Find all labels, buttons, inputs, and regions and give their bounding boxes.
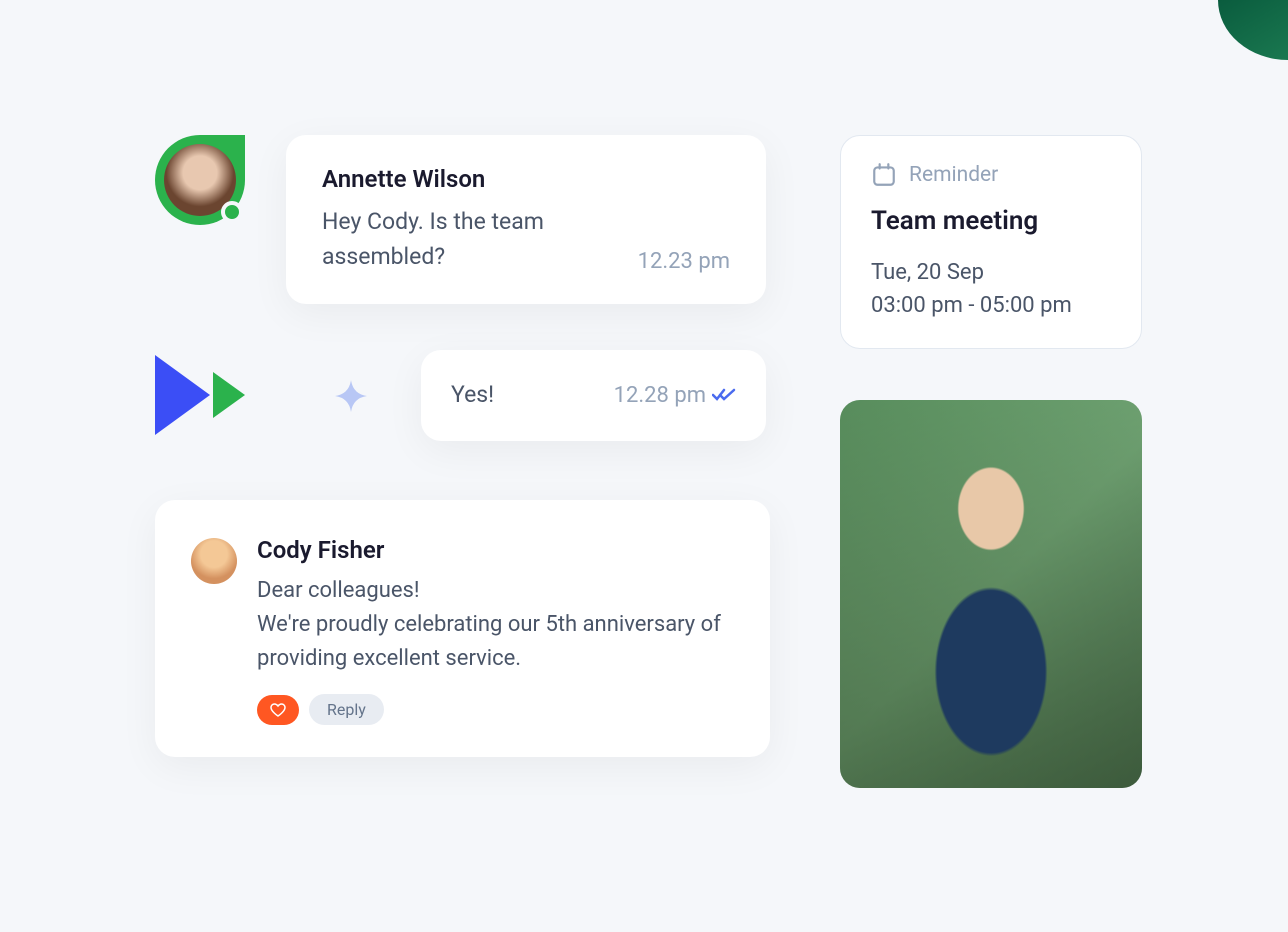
- reminder-time: 03:00 pm - 05:00 pm: [871, 289, 1111, 322]
- post-card[interactable]: Cody Fisher Dear colleagues! We're proud…: [155, 500, 770, 757]
- status-online-indicator: [221, 201, 243, 223]
- speaker-image: [840, 400, 1142, 788]
- calendar-icon: [871, 162, 897, 188]
- image-card[interactable]: [840, 400, 1142, 788]
- double-check-icon: [712, 387, 736, 403]
- post-text: Dear colleagues! We're proudly celebrati…: [257, 574, 734, 676]
- avatar-annette[interactable]: [155, 135, 245, 225]
- like-button[interactable]: [257, 695, 299, 725]
- reminder-date: Tue, 20 Sep: [871, 256, 1111, 289]
- chat-message-annette[interactable]: Annette Wilson Hey Cody. Is the team ass…: [286, 135, 766, 304]
- chat-reply-text: Yes!: [451, 378, 494, 413]
- chat-timestamp: 12.23 pm: [638, 249, 730, 274]
- reply-button[interactable]: Reply: [309, 694, 384, 725]
- arrows-decoration-icon: [155, 355, 260, 435]
- corner-decoration: [1218, 0, 1288, 60]
- chat-reply-timestamp: 12.28 pm: [614, 383, 706, 408]
- heart-icon: [270, 703, 286, 717]
- avatar-bg-shape: [155, 135, 245, 225]
- chat-sender-name: Annette Wilson: [322, 165, 730, 193]
- post-author-name: Cody Fisher: [257, 536, 734, 564]
- reminder-label: Reminder: [909, 163, 998, 187]
- chat-message-reply[interactable]: Yes! 12.28 pm: [421, 350, 766, 441]
- reminder-title: Team meeting: [871, 206, 1111, 236]
- avatar-cody[interactable]: [191, 538, 237, 584]
- chat-message-text: Hey Cody. Is the team assembled?: [322, 205, 618, 274]
- reminder-card[interactable]: Reminder Team meeting Tue, 20 Sep 03:00 …: [840, 135, 1142, 349]
- sparkle-icon: [335, 380, 367, 416]
